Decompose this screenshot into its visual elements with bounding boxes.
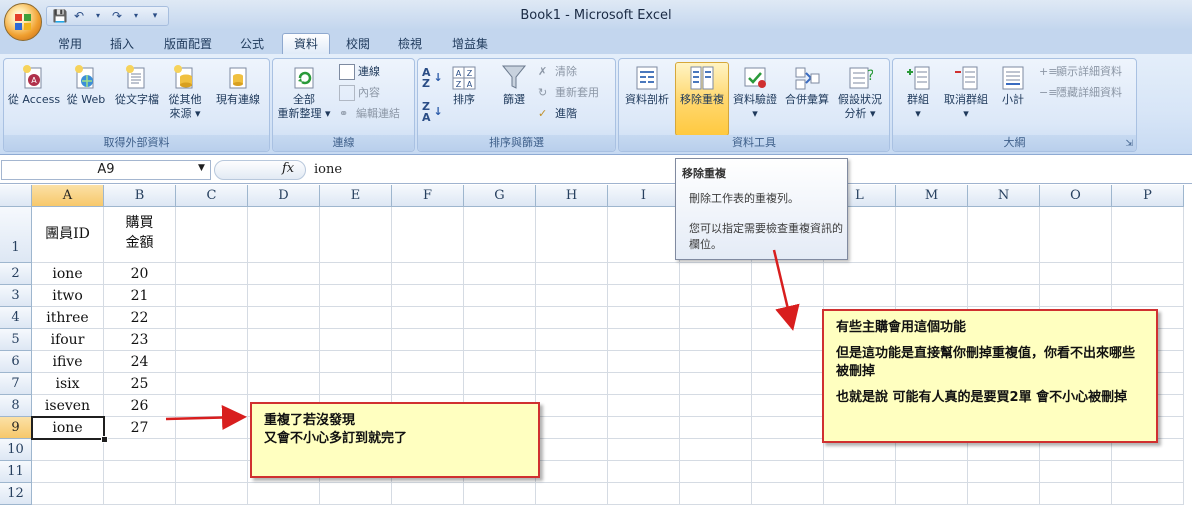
row-header-12[interactable]: 12	[0, 483, 32, 505]
cell-M12[interactable]	[896, 483, 968, 505]
callout-left-line2: 又會不小心多訂到就完了	[264, 431, 408, 446]
callout-right-line1: 有些主購會用這個功能	[836, 320, 967, 335]
callout-right-line2: 但是這功能是直接幫你刪掉重複值，你看不出來哪些被刪掉	[836, 346, 1136, 379]
arrow-to-left-callout	[165, 405, 247, 431]
cell-L12[interactable]	[824, 483, 896, 505]
callout-left: 重複了若沒發現 又會不小心多訂到就完了	[250, 402, 540, 478]
cell-K12[interactable]	[752, 483, 824, 505]
cell-D12[interactable]	[248, 483, 320, 505]
cell-G12[interactable]	[464, 483, 536, 505]
callout-right: 有些主購會用這個功能 但是這功能是直接幫你刪掉重複值，你看不出來哪些被刪掉 也就…	[822, 309, 1158, 443]
cell-B12[interactable]	[104, 483, 176, 505]
cell-A12[interactable]	[32, 483, 104, 505]
office-logo-icon	[15, 14, 31, 30]
arrow-to-right-callout	[772, 249, 800, 331]
cell-F12[interactable]	[392, 483, 464, 505]
office-button[interactable]	[4, 3, 42, 41]
callout-left-line1: 重複了若沒發現	[264, 413, 356, 428]
cell-O12[interactable]	[1040, 483, 1112, 505]
callout-right-line3: 也就是說 可能有人真的是要買2單 會不小心被刪掉	[836, 390, 1128, 405]
cell-N12[interactable]	[968, 483, 1040, 505]
cell-J12[interactable]	[680, 483, 752, 505]
cell-I12[interactable]	[608, 483, 680, 505]
cell-P12[interactable]	[1112, 483, 1184, 505]
cell-C12[interactable]	[176, 483, 248, 505]
cell-H12[interactable]	[536, 483, 608, 505]
cell-E12[interactable]	[320, 483, 392, 505]
